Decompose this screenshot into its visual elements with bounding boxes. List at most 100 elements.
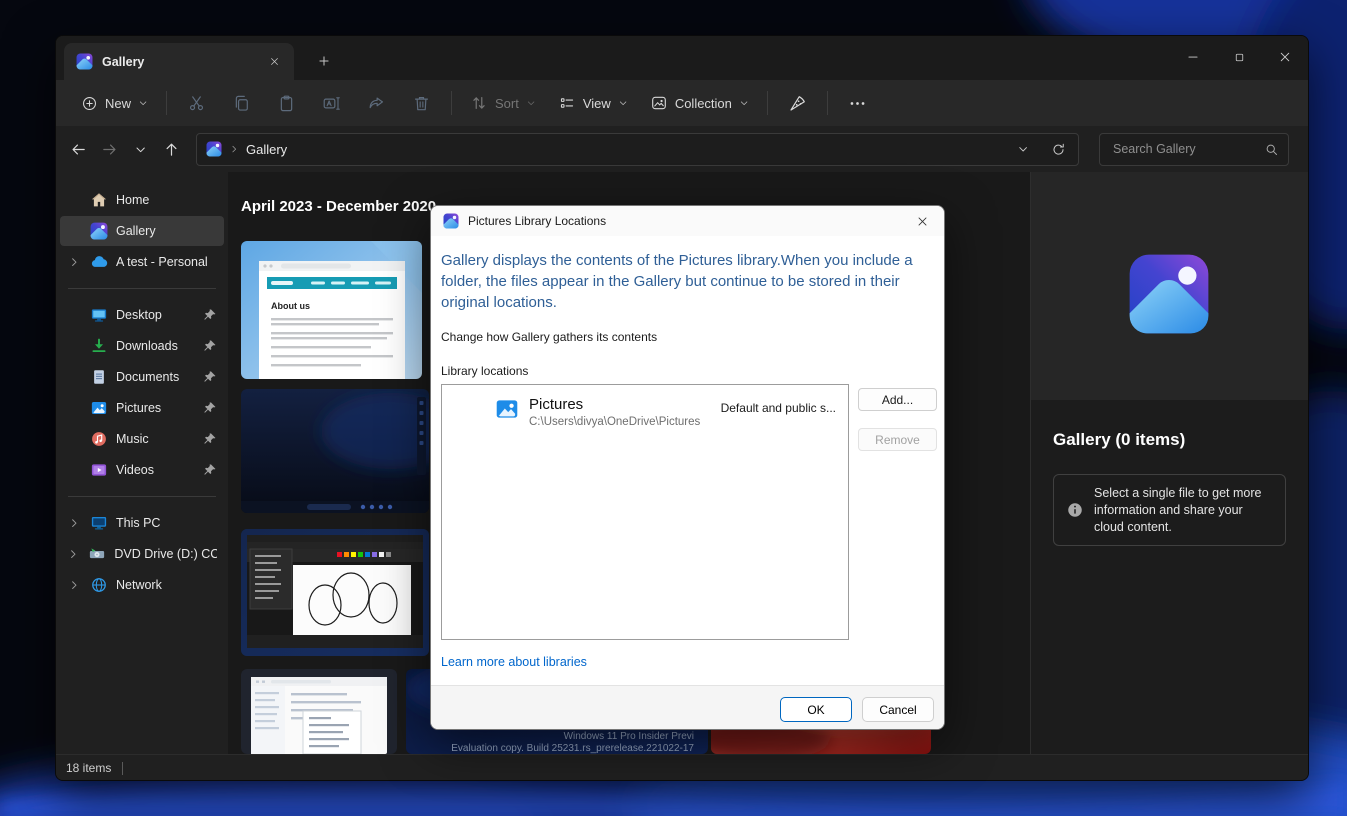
minimize-button[interactable] [1170, 36, 1216, 78]
pin-icon [203, 308, 217, 322]
photo-thumbnail-dark-desktop[interactable] [241, 389, 429, 513]
sidebar-item-dvd-drive[interactable]: DVD Drive (D:) CCC [60, 539, 224, 569]
details-info-box: Select a single file to get more informa… [1053, 474, 1286, 546]
share-button[interactable] [354, 87, 399, 120]
details-title: Gallery (0 items) [1053, 430, 1185, 450]
sidebar-item-label: DVD Drive (D:) CCC [114, 547, 217, 561]
cancel-button[interactable]: Cancel [862, 697, 934, 722]
sidebar-separator [68, 288, 216, 289]
sidebar-item-label: Documents [116, 370, 179, 384]
sidebar-item-label: Desktop [116, 308, 162, 322]
date-group-heading: April 2023 - December 2020 [241, 198, 436, 215]
chevron-right-icon [68, 517, 80, 529]
search-input[interactable] [1111, 141, 1258, 157]
sidebar-item-label: Home [116, 193, 149, 207]
cut-button[interactable] [174, 87, 219, 120]
chevron-spacer [66, 223, 82, 239]
paste-button[interactable] [264, 87, 309, 120]
library-locations-list[interactable]: Pictures C:\Users\divya\OneDrive\Picture… [441, 384, 849, 640]
dialog-description: Gallery displays the contents of the Pic… [441, 250, 939, 313]
sidebar-item-onedrive[interactable]: A test - Personal [60, 247, 224, 277]
sidebar-item-documents[interactable]: Documents [60, 362, 224, 392]
photo-thumbnail-webpage[interactable]: About us [241, 241, 422, 379]
expand-chevron[interactable] [66, 254, 82, 270]
command-bar: New Sort View Collection [56, 80, 1308, 126]
add-button[interactable]: Add... [858, 388, 937, 411]
refresh-button[interactable] [1044, 135, 1072, 163]
gallery-app-icon [206, 141, 222, 157]
expand-chevron[interactable] [66, 577, 82, 593]
up-button[interactable] [156, 132, 187, 166]
expand-chevron[interactable] [66, 546, 80, 562]
forward-button[interactable] [94, 132, 125, 166]
tab-close-button[interactable] [262, 50, 286, 74]
close-icon [916, 215, 929, 228]
sidebar-item-home[interactable]: Home [60, 185, 224, 215]
address-bar[interactable]: Gallery [196, 133, 1079, 166]
dialog-close-button[interactable] [906, 209, 938, 233]
sidebar-item-downloads[interactable]: Downloads [60, 331, 224, 361]
view-button[interactable]: View [547, 87, 639, 119]
learn-more-link[interactable]: Learn more about libraries [441, 655, 587, 669]
expand-chevron[interactable] [66, 515, 82, 531]
toolbar-separator [451, 91, 452, 115]
recent-locations-button[interactable] [125, 132, 156, 166]
chevron-spacer [66, 192, 82, 208]
maximize-button[interactable] [1216, 36, 1262, 78]
copy-button[interactable] [219, 87, 264, 120]
sidebar-item-network[interactable]: Network [60, 570, 224, 600]
sidebar-item-gallery[interactable]: Gallery [60, 216, 224, 246]
sort-button[interactable]: Sort [459, 87, 547, 119]
sidebar-item-this-pc[interactable]: This PC [60, 508, 224, 538]
ok-button[interactable]: OK [780, 697, 852, 722]
breadcrumb[interactable]: Gallery [246, 142, 287, 157]
new-button[interactable]: New [70, 88, 159, 119]
sidebar-item-music[interactable]: Music [60, 424, 224, 454]
search-box[interactable] [1099, 133, 1289, 166]
chevron-down-icon [1017, 143, 1029, 155]
photo-thumbnail-paint-app[interactable] [241, 529, 429, 656]
new-tab-button[interactable] [311, 49, 337, 73]
delete-button[interactable] [399, 87, 444, 120]
sidebar-item-videos[interactable]: Videos [60, 455, 224, 485]
sort-icon [470, 94, 488, 112]
sidebar-item-desktop[interactable]: Desktop [60, 300, 224, 330]
minimize-icon [1186, 50, 1200, 64]
dialog-footer: OK Cancel [431, 685, 944, 730]
tab-gallery[interactable]: Gallery [64, 43, 294, 80]
share-icon [367, 94, 386, 113]
chevron-down-icon [618, 98, 628, 108]
rename-button[interactable] [309, 87, 354, 120]
back-button[interactable] [63, 132, 94, 166]
collection-button[interactable]: Collection [639, 87, 760, 119]
see-more-button[interactable] [835, 87, 880, 120]
photo-thumbnail-file-explorer[interactable] [241, 669, 397, 754]
close-window-button[interactable] [1262, 36, 1308, 78]
pin-icon [203, 463, 217, 477]
details-info-text: Select a single file to get more informa… [1094, 485, 1275, 536]
pictures-icon [90, 399, 108, 417]
home-icon [90, 191, 108, 209]
copy-icon [232, 94, 251, 113]
cut-icon [187, 94, 206, 113]
address-dropdown-button[interactable] [1009, 135, 1037, 163]
info-icon [1066, 501, 1084, 519]
delete-icon [412, 94, 431, 113]
desktop-icon [90, 306, 108, 324]
back-arrow-icon [70, 141, 87, 158]
this-pc-icon [90, 514, 108, 532]
remove-button[interactable]: Remove [858, 428, 937, 451]
up-arrow-icon [163, 141, 180, 158]
library-location-item-pictures[interactable]: Pictures C:\Users\divya\OneDrive\Picture… [442, 385, 848, 428]
pizza-button[interactable] [775, 87, 820, 120]
gallery-app-icon [76, 53, 93, 70]
chevron-down-icon [526, 98, 536, 108]
chevron-down-icon [739, 98, 749, 108]
network-icon [90, 576, 108, 594]
dialog-title: Pictures Library Locations [468, 214, 606, 228]
navigation-pane: Home Gallery A test - Personal Desktop [56, 172, 228, 754]
sidebar-item-pictures[interactable]: Pictures [60, 393, 224, 423]
pizza-icon [788, 94, 807, 113]
chevron-spacer [66, 400, 82, 416]
paste-icon [277, 94, 296, 113]
